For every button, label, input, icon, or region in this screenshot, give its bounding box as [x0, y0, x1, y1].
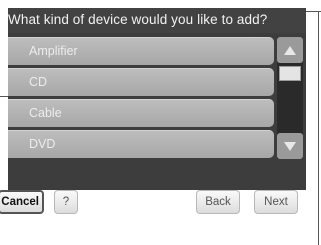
list-item-label: DVD	[29, 137, 56, 151]
list-item-cd[interactable]: CD	[8, 68, 274, 96]
scrollbar[interactable]	[277, 37, 303, 159]
frame-line	[0, 96, 8, 97]
triangle-up-icon	[284, 46, 296, 55]
cancel-button[interactable]: Cancel	[0, 190, 44, 214]
scroll-down-button[interactable]	[277, 133, 303, 159]
list-item-amplifier[interactable]: Amplifier	[8, 37, 274, 65]
dialog-title: What kind of device would you like to ad…	[8, 12, 268, 27]
list-item-label: CD	[29, 75, 48, 89]
device-list: Amplifier CD Cable DVD	[8, 37, 274, 159]
list-item-label: Cable	[29, 106, 62, 120]
title-bar: What kind of device would you like to ad…	[8, 8, 306, 33]
next-button[interactable]: Next	[254, 190, 298, 214]
list-item-dvd[interactable]: DVD	[8, 130, 274, 158]
help-button[interactable]: ?	[54, 190, 78, 214]
button-bar: Cancel ? Back Next	[0, 190, 306, 214]
scroll-thumb[interactable]	[279, 66, 301, 81]
frame-line	[318, 11, 319, 245]
list-item-cable[interactable]: Cable	[8, 99, 274, 127]
triangle-down-icon	[284, 142, 296, 151]
scroll-up-button[interactable]	[277, 37, 303, 63]
list-item-label: Amplifier	[29, 44, 78, 58]
back-button[interactable]: Back	[196, 190, 240, 214]
